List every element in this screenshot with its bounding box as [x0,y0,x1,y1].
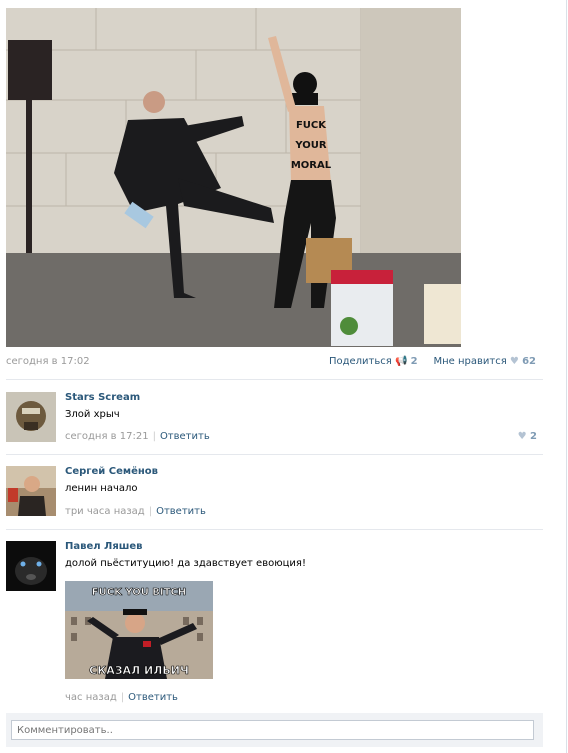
share-button[interactable]: Поделиться 📢 2 [329,356,421,367]
avatar[interactable] [6,392,56,442]
like-button[interactable]: Мне нравится ♥ 62 [433,356,536,367]
reply-button[interactable]: Ответить [128,692,178,703]
comment-time[interactable]: три часа назад [65,506,145,517]
reply-button[interactable]: Ответить [160,431,210,442]
photo-text-line: MORAL [291,160,332,171]
post-meta: сегодня в 17:02 Поделиться 📢 2 Мне нрави… [6,356,536,370]
share-count: 2 [410,356,418,367]
comment-composer [6,713,543,747]
photo-text-line: YOUR [294,140,327,151]
comment-text: Злой хрыч [65,409,120,420]
comment-author[interactable]: Сергей Семёнов [65,466,158,477]
meme-top-text: FUCK YOU BITCH [92,587,186,598]
photo-text-line: FUCK [296,120,327,131]
megaphone-icon: 📢 [394,356,408,367]
like-count: 62 [522,356,536,367]
divider [6,454,543,455]
heart-icon: ♥ [509,356,519,367]
comment-attachment-image[interactable]: FUCK YOU BITCH СКАЗАЛ ИЛЬИЧ [65,581,213,679]
comment-author[interactable]: Павел Ляшев [65,541,143,552]
comment-footer: три часа назад | Ответить [65,506,206,517]
comment-text: долой пьёституцию! да здавствует евоюция… [65,558,306,569]
comment-text: ленин начало [65,483,138,494]
reply-button[interactable]: Ответить [156,506,206,517]
share-label: Поделиться [328,356,392,367]
comment-footer: час назад | Ответить [65,692,178,703]
avatar[interactable] [6,541,56,591]
comment-item: Сергей Семёнов ленин начало три часа наз… [6,466,543,520]
avatar[interactable] [6,466,56,516]
comment-time[interactable]: час назад [65,692,117,703]
divider [6,379,543,380]
post-photo[interactable]: FUCK YOUR MORAL [6,8,461,347]
comment-like-button[interactable]: ♥ 2 [518,431,537,442]
comment-item: Павел Ляшев долой пьёституцию! да здавст… [6,541,543,706]
comment-time[interactable]: сегодня в 17:21 [65,431,149,442]
comment-input[interactable] [11,720,534,740]
post-date[interactable]: сегодня в 17:02 [6,356,90,367]
comment-item: Stars Scream Злой хрыч сегодня в 17:21 | О… [6,392,543,446]
comment-like-count: 2 [530,431,537,442]
post-container: FUCK YOUR MORAL сегодня в 17:02 Поделить… [0,0,567,753]
heart-icon: ♥ [517,431,527,442]
comment-footer: сегодня в 17:21 | Ответить [65,431,210,442]
divider [6,529,543,530]
like-label: Мне нравится [433,356,507,367]
comment-author[interactable]: Stars Scream [65,392,140,403]
meme-bottom-text: СКАЗАЛ ИЛЬИЧ [89,664,189,677]
